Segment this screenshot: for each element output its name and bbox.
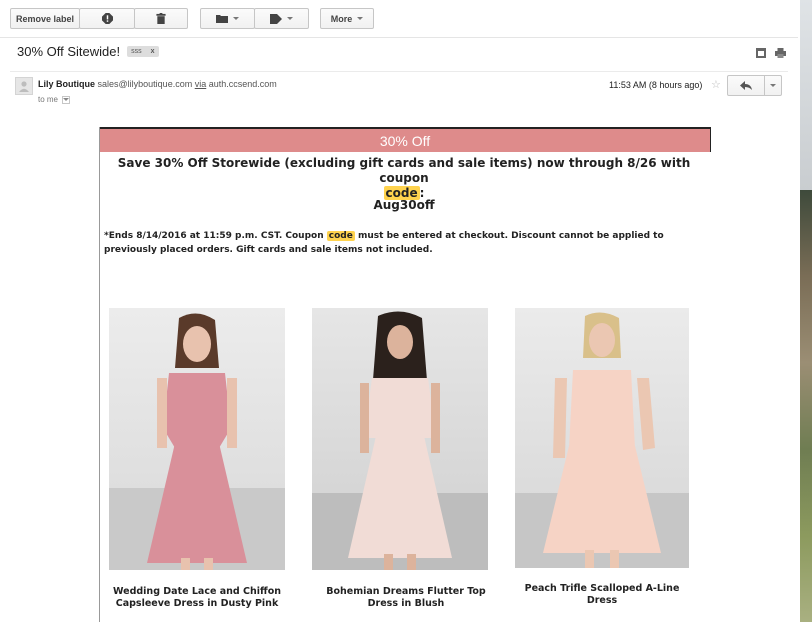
coupon-code: Aug30off	[373, 198, 435, 212]
reply-arrow-icon	[740, 81, 752, 90]
fine-print-start: *Ends 8/14/2016 at 11:59 p.m. CST. Coupo…	[104, 231, 324, 241]
promo-headline: Save 30% Off Storewide (excluding gift c…	[104, 156, 704, 201]
promo-banner: 30% Off	[100, 127, 711, 152]
chevron-down-icon	[770, 84, 776, 87]
email-subject: 30% Off Sitewide!	[17, 44, 121, 59]
product-name[interactable]: Bohemian Dreams Flutter Top Dress in Blu…	[312, 586, 500, 610]
message-time: 11:53 AM (8 hours ago)	[609, 80, 703, 90]
message-toolbar: Remove label More	[0, 0, 798, 38]
report-spam-button[interactable]	[79, 8, 135, 29]
more-text: More	[330, 13, 353, 24]
show-details-button[interactable]	[62, 95, 71, 104]
window-edge	[798, 0, 812, 622]
chevron-down-icon	[357, 17, 364, 20]
new-window-icon[interactable]	[756, 48, 766, 58]
recipient-line: to me	[38, 95, 71, 104]
via-domain: auth.ccsend.com	[208, 79, 277, 89]
report-spam-icon	[101, 13, 113, 24]
move-to-button[interactable]	[200, 8, 255, 29]
highlighted-code-word: code	[326, 231, 355, 241]
peach-dress-model-image	[515, 312, 689, 568]
label-chip-close-button[interactable]: x	[151, 48, 155, 55]
sender-name[interactable]: Lily Boutique	[38, 79, 95, 89]
email-body: 30% Off Save 30% Off Storewide (excludin…	[99, 127, 711, 622]
subject-line: 30% Off Sitewide! sss x	[17, 44, 159, 59]
sender-avatar[interactable]	[15, 77, 33, 95]
pink-dress-model-image	[109, 313, 285, 570]
blush-dress-model-image	[312, 311, 488, 570]
label-tag-icon	[270, 13, 282, 24]
chevron-down-icon	[233, 17, 239, 20]
product-image[interactable]	[109, 308, 285, 570]
to-me-text: to me	[38, 95, 59, 104]
product-image[interactable]	[312, 308, 488, 570]
wallpaper-landscape	[800, 190, 812, 622]
fine-print: *Ends 8/14/2016 at 11:59 p.m. CST. Coupo…	[104, 229, 708, 257]
chevron-down-icon	[287, 17, 293, 20]
reply-button-group	[727, 75, 782, 96]
product-image[interactable]	[515, 308, 689, 568]
remove-label-button[interactable]: Remove label	[10, 8, 80, 29]
remove-label-text: Remove label	[15, 13, 75, 24]
person-icon	[19, 81, 29, 92]
sender-email: sales@lilyboutique.com	[97, 79, 193, 89]
subject-actions	[756, 48, 786, 58]
more-button[interactable]: More	[320, 8, 374, 29]
label-chip[interactable]: sss x	[127, 46, 159, 57]
trash-icon	[156, 13, 166, 24]
labels-button[interactable]	[254, 8, 309, 29]
delete-button[interactable]	[134, 8, 188, 29]
chevron-down-icon	[63, 98, 70, 101]
banner-text: 30% Off	[379, 132, 431, 149]
print-icon[interactable]	[775, 48, 786, 58]
wallpaper-sky	[800, 0, 812, 190]
gmail-message-view: Remove label More 30% Off Sitewide! sss …	[0, 0, 812, 622]
more-reply-options-button[interactable]	[765, 76, 781, 95]
star-icon[interactable]: ☆	[711, 78, 721, 91]
headline-text: Save 30% Off Storewide (excluding gift c…	[117, 156, 691, 185]
product-name[interactable]: Peach Trifle Scalloped A-Line Dress	[515, 583, 689, 607]
reply-button[interactable]	[728, 76, 765, 95]
product-name[interactable]: Wedding Date Lace and Chiffon Capsleeve …	[109, 586, 285, 610]
via-link[interactable]: via	[195, 79, 207, 89]
divider	[10, 71, 788, 72]
label-chip-text: sss	[131, 48, 142, 55]
folder-icon	[216, 15, 228, 23]
sender-info: Lily Boutique sales@lilyboutique.com via…	[38, 79, 277, 89]
